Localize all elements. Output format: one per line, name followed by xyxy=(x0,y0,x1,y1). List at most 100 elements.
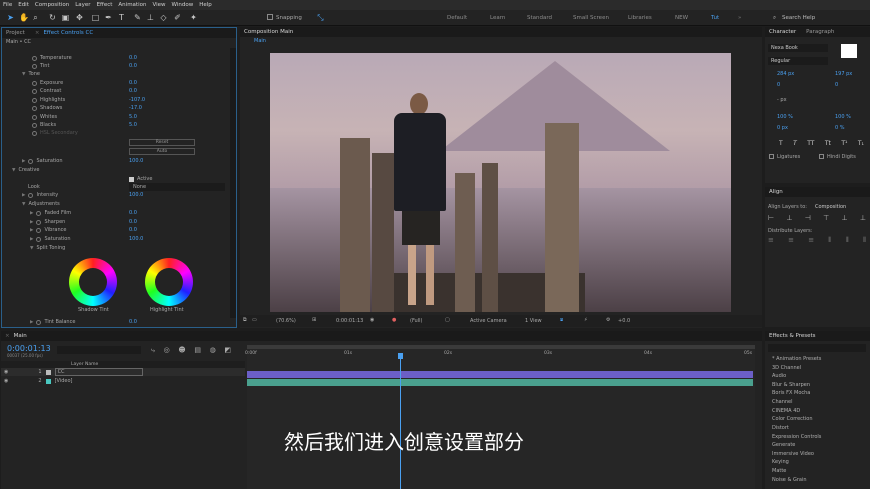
chevron-right-icon[interactable]: ▶ xyxy=(30,237,33,242)
always-preview-icon[interactable]: ⧉ xyxy=(243,317,247,323)
effects-item[interactable]: Distort xyxy=(772,425,789,431)
distribute-left-icon[interactable]: ⦀ xyxy=(828,236,831,245)
effects-item[interactable]: Blur & Sharpen xyxy=(772,382,810,388)
layer-name[interactable]: CC xyxy=(54,368,143,376)
resolution-dropdown[interactable]: (Full) xyxy=(410,318,422,324)
stopwatch-icon[interactable] xyxy=(28,192,34,198)
camera-view-dropdown[interactable]: Active Camera xyxy=(470,318,507,324)
workspace-libraries[interactable]: Libraries xyxy=(628,15,652,21)
tab-character[interactable]: Character xyxy=(769,29,796,35)
snap-options-icon[interactable]: ⤡ xyxy=(316,13,325,22)
stopwatch-icon[interactable] xyxy=(32,122,37,128)
effects-item[interactable]: Keying xyxy=(772,459,789,465)
type-tool-icon[interactable]: T xyxy=(117,13,126,22)
all-caps-button[interactable]: TT xyxy=(807,140,814,147)
effects-item[interactable]: Generate xyxy=(772,442,795,448)
font-style-dropdown[interactable]: Regular xyxy=(768,57,828,65)
effect-controls-scrollbar[interactable] xyxy=(230,48,236,318)
align-vcenter-icon[interactable]: ⊥ xyxy=(842,214,848,222)
view-layout-dropdown[interactable]: 1 View xyxy=(525,318,542,324)
chevron-right-icon[interactable]: ▶ xyxy=(30,228,33,233)
frame-blending-icon[interactable]: ▤ xyxy=(194,346,201,355)
look-dropdown[interactable]: None xyxy=(129,183,225,191)
ligatures-checkbox[interactable] xyxy=(769,154,774,159)
effects-item[interactable]: Boris FX Mocha xyxy=(772,390,810,396)
param-value[interactable]: 0.0 xyxy=(129,218,137,226)
eraser-tool-icon[interactable]: ◇ xyxy=(159,13,168,22)
tab-main[interactable]: Main xyxy=(14,333,27,339)
workspace-tut[interactable]: Tut xyxy=(711,15,719,21)
effects-search-input[interactable] xyxy=(768,344,866,352)
selection-tool-icon[interactable]: ➤ xyxy=(6,13,15,22)
kerning-value[interactable]: 0 xyxy=(777,82,780,88)
work-area-bar[interactable] xyxy=(247,345,755,349)
tab-align[interactable]: Align xyxy=(769,189,783,195)
timeline-track-area[interactable] xyxy=(247,345,755,489)
chevron-right-icon[interactable]: ▶ xyxy=(30,211,33,216)
shadow-tint-color-wheel[interactable] xyxy=(69,258,117,306)
chevron-down-icon[interactable]: ▼ xyxy=(22,202,25,207)
zoom-tool-icon[interactable]: ⌕ xyxy=(31,13,40,22)
vertical-scale-value[interactable]: 100 % xyxy=(777,114,793,120)
superscript-button[interactable]: T¹ xyxy=(841,140,847,147)
distribute-top-icon[interactable]: ≡ xyxy=(768,236,774,245)
timeline-timecode[interactable]: 0:00:01:13 xyxy=(7,344,51,353)
stopwatch-icon[interactable] xyxy=(36,210,42,216)
stopwatch-icon[interactable] xyxy=(32,97,37,103)
comp-flowchart-icon[interactable]: ⤷ xyxy=(151,346,155,355)
menu-composition[interactable]: Composition xyxy=(35,2,69,8)
puppet-tool-icon[interactable]: ✦ xyxy=(189,13,198,22)
auto-button[interactable]: Auto xyxy=(129,148,195,155)
tab-effects-presets[interactable]: Effects & Presets xyxy=(769,333,816,339)
effects-item[interactable]: Immersive Video xyxy=(772,451,814,457)
align-to-dropdown[interactable]: Composition xyxy=(815,204,846,210)
effects-item[interactable]: * Animation Presets xyxy=(772,356,821,362)
menu-window[interactable]: Window xyxy=(172,2,194,8)
stopwatch-icon[interactable] xyxy=(36,227,42,233)
chevron-down-icon[interactable]: ▼ xyxy=(12,168,15,173)
effects-item[interactable]: Expression Controls xyxy=(772,434,821,440)
eye-icon[interactable]: ◉ xyxy=(4,369,8,375)
menu-effect[interactable]: Effect xyxy=(97,2,113,8)
toggle-pixel-icon[interactable]: ⧈ xyxy=(560,317,563,323)
effects-item[interactable]: 3D Channel xyxy=(772,365,801,371)
fast-previews-icon[interactable]: ⚡ xyxy=(584,317,588,323)
search-help-input[interactable]: Search Help xyxy=(782,15,815,21)
leading-value[interactable]: 197 px xyxy=(835,71,852,77)
roto-brush-tool-icon[interactable]: ✐ xyxy=(173,13,182,22)
tab-effect-controls[interactable]: Effect Controls CC xyxy=(43,30,93,36)
stopwatch-icon[interactable] xyxy=(32,105,37,111)
align-top-icon[interactable]: ⊤ xyxy=(823,214,829,222)
close-icon[interactable]: × xyxy=(5,333,10,339)
tab-paragraph[interactable]: Paragraph xyxy=(806,29,834,35)
magnification-dropdown[interactable]: (70.6%) xyxy=(276,318,296,324)
stopwatch-icon[interactable] xyxy=(28,158,34,164)
faux-bold-button[interactable]: T xyxy=(779,140,783,147)
pen-tool-icon[interactable]: ✒ xyxy=(104,13,113,22)
distribute-right-icon[interactable]: ⦀ xyxy=(863,236,866,245)
snapshot-icon[interactable]: ◉ xyxy=(370,317,374,323)
stopwatch-icon[interactable] xyxy=(36,319,42,325)
param-value[interactable]: -107.0 xyxy=(129,96,145,104)
comp-breadcrumb[interactable]: Main xyxy=(240,37,762,46)
reset-button[interactable]: Reset xyxy=(129,139,195,146)
workspace-overflow-icon[interactable]: » xyxy=(738,15,741,21)
rectangle-tool-icon[interactable]: □ xyxy=(91,13,100,22)
region-of-interest-icon[interactable]: ▢ xyxy=(445,317,450,323)
align-right-icon[interactable]: ⊣ xyxy=(805,214,811,222)
tracking-value[interactable]: 0 xyxy=(835,82,838,88)
align-bottom-icon[interactable]: ⊥ xyxy=(860,214,866,222)
stopwatch-icon[interactable] xyxy=(32,55,37,61)
safe-zones-icon[interactable]: ⊞ xyxy=(312,317,316,323)
workspace-default[interactable]: Default xyxy=(447,15,467,21)
effects-item[interactable]: CINEMA 4D xyxy=(772,408,800,414)
stopwatch-icon[interactable] xyxy=(32,114,37,120)
param-value[interactable]: -17.0 xyxy=(129,104,142,112)
faux-italic-button[interactable]: T xyxy=(793,140,797,147)
stopwatch-icon[interactable] xyxy=(32,63,37,69)
layer-bar-video[interactable] xyxy=(247,379,753,386)
pan-behind-tool-icon[interactable]: ✥ xyxy=(75,13,84,22)
stopwatch-icon[interactable] xyxy=(36,236,42,242)
stroke-width-value[interactable]: - px xyxy=(777,97,787,103)
effects-item[interactable]: Noise & Grain xyxy=(772,477,807,483)
